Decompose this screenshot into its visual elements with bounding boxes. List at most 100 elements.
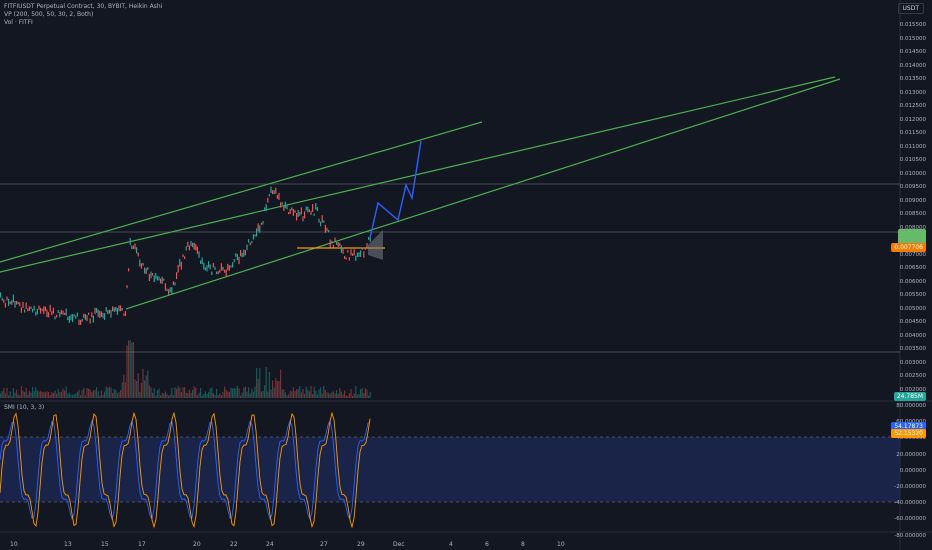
candle <box>182 254 184 258</box>
price-tick: 0.010500 <box>899 157 926 163</box>
candle <box>123 313 125 316</box>
volume-bar <box>206 393 208 398</box>
symbol-info[interactable]: FITFIUSDT Perpetual Contract, 30, BYBIT,… <box>4 3 162 11</box>
candle <box>363 251 365 258</box>
volume-bar <box>158 388 160 398</box>
candle <box>328 229 330 233</box>
volume-bar <box>273 387 275 398</box>
candle <box>217 271 219 275</box>
candle <box>193 242 195 250</box>
volume-bar <box>36 390 38 398</box>
volume-bar <box>200 387 202 398</box>
volume-bar <box>323 386 325 398</box>
volume-bar <box>300 392 302 398</box>
volume-bar <box>129 340 131 398</box>
candle <box>214 266 216 270</box>
candle <box>268 194 270 197</box>
volume-bar <box>244 386 246 398</box>
candle <box>244 250 246 256</box>
price-tick: 0.014000 <box>899 62 926 69</box>
volume-bar <box>137 373 139 398</box>
volume-bar <box>241 392 243 398</box>
candle <box>124 310 126 317</box>
candle <box>129 237 131 246</box>
vp-indicator-label[interactable]: VP (200, 500, 50, 30, 2, Both) <box>4 11 93 19</box>
volume-bar <box>147 370 149 398</box>
candle <box>177 264 179 273</box>
volume-bar <box>25 387 27 398</box>
volume-bar <box>64 390 66 398</box>
candle <box>56 314 58 318</box>
smi-value-badge: 52.15320 <box>891 429 926 438</box>
candle <box>52 307 54 314</box>
candle <box>99 310 101 319</box>
candle <box>145 268 147 275</box>
candle <box>286 205 288 210</box>
candle <box>131 245 133 250</box>
candle <box>356 252 358 257</box>
candle <box>248 239 250 243</box>
volume-bar <box>312 394 314 398</box>
volume-bar <box>140 382 142 398</box>
volume-bar <box>105 386 107 398</box>
candle <box>312 204 314 212</box>
candle <box>196 246 198 254</box>
candle <box>315 203 317 210</box>
candle <box>216 271 218 275</box>
volume-bar <box>188 389 190 398</box>
volume-bar <box>116 393 118 398</box>
candle <box>350 249 352 256</box>
candle <box>176 272 178 280</box>
candle <box>54 316 56 320</box>
volume-bar <box>177 386 179 398</box>
candle <box>35 311 37 316</box>
volume-indicator-label[interactable]: Vol · FITFI <box>4 19 33 27</box>
volume-bar <box>230 387 232 398</box>
candle <box>30 306 32 310</box>
volume-bar <box>59 392 61 398</box>
candle <box>28 306 30 311</box>
volume-bar <box>17 394 19 398</box>
volume-bar <box>19 395 21 398</box>
volume-bar <box>68 392 70 398</box>
candle <box>238 256 240 265</box>
candle <box>219 269 221 273</box>
candle <box>3 299 5 303</box>
candle <box>40 307 42 314</box>
candle <box>91 312 93 318</box>
price-tick: 0.015500 <box>899 22 926 28</box>
candle <box>355 255 357 261</box>
candle <box>9 301 11 305</box>
candle <box>164 283 166 291</box>
volume-bar <box>99 395 101 398</box>
volume-bar <box>3 387 5 398</box>
volume-bar <box>283 389 285 398</box>
volume-bar <box>172 395 174 398</box>
candle <box>291 207 293 211</box>
volume-bar <box>81 389 83 398</box>
candle <box>132 245 134 249</box>
volume-bar <box>225 389 227 398</box>
currency-selector[interactable]: USDT <box>897 3 924 14</box>
time-tick: 8 <box>521 541 525 548</box>
candle <box>259 225 261 233</box>
volume-bar <box>265 367 267 398</box>
candle <box>369 238 371 242</box>
volume-bar <box>83 387 85 398</box>
time-tick: Dec <box>393 541 405 548</box>
chart-canvas[interactable] <box>0 0 932 550</box>
smi-indicator-label[interactable]: SMI (10, 3, 3) <box>4 404 44 412</box>
candle <box>168 289 170 295</box>
candle <box>78 319 80 325</box>
volume-bar <box>78 389 80 398</box>
volume-bar <box>75 393 77 398</box>
volume-bar <box>363 392 365 398</box>
projection-path <box>369 140 422 239</box>
volume-bar <box>270 389 272 398</box>
candle <box>316 207 318 212</box>
candle <box>289 208 291 214</box>
volume-bar <box>339 387 341 398</box>
volume-bar <box>168 395 170 398</box>
volume-bar <box>44 392 46 398</box>
candle <box>272 190 274 195</box>
